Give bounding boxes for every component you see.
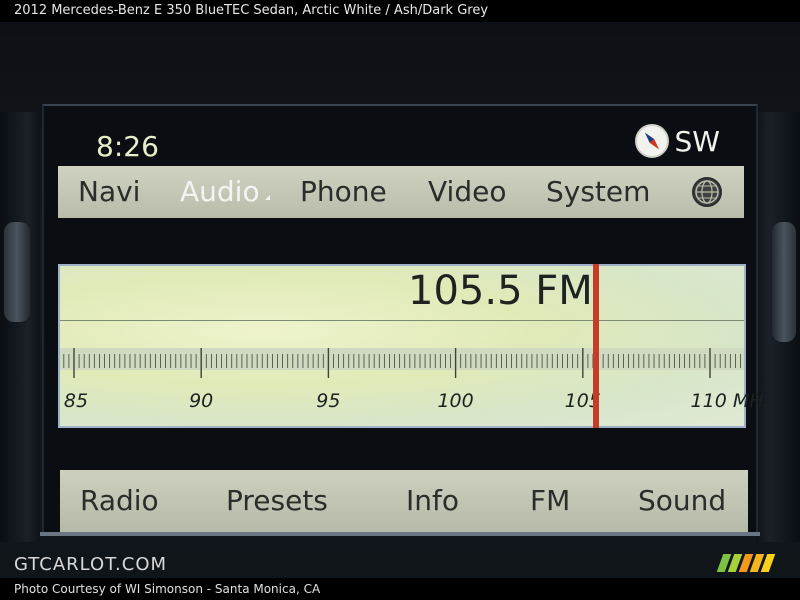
- scale-label: 95: [316, 390, 341, 412]
- photo-title: 2012 Mercedes-Benz E 350 BlueTEC Sedan, …: [0, 0, 800, 22]
- source-fm[interactable]: FM: [530, 484, 570, 517]
- menu-audio[interactable]: Audio: [180, 175, 270, 208]
- radio-tuner-panel[interactable]: 105.5 FM 85 90 95 100 105 110 MHz: [58, 264, 773, 428]
- main-menu: Navi Audio Phone Video System: [58, 166, 744, 218]
- control-knob-left[interactable]: [4, 222, 30, 322]
- dashboard-photo: 8:26 SW Navi Audio Phone Video System 10…: [0, 22, 800, 578]
- frequency-display: 105.5 FM: [408, 268, 593, 314]
- brand-stripes: [716, 554, 776, 572]
- source-sound[interactable]: Sound: [638, 484, 726, 517]
- compass-heading: SW: [634, 124, 720, 158]
- scale-label: 90: [189, 390, 214, 412]
- display-trim: [40, 532, 760, 536]
- scale-label: 85: [63, 390, 89, 412]
- watermark-logo: GTCARLOT.COM: [14, 554, 168, 575]
- menu-phone[interactable]: Phone: [300, 175, 387, 208]
- menu-navi[interactable]: Navi: [78, 175, 140, 208]
- comand-display: 8:26 SW Navi Audio Phone Video System 10…: [42, 104, 773, 532]
- scale-label: 110 MHz: [690, 390, 774, 412]
- dashboard-bezel-left: [0, 112, 40, 542]
- scale-label: 100: [437, 390, 474, 412]
- tuning-needle[interactable]: [592, 264, 599, 428]
- clock: 8:26: [96, 130, 159, 163]
- source-info[interactable]: Info: [406, 484, 459, 517]
- compass-icon: [634, 124, 669, 158]
- tuner-divider: [60, 320, 744, 321]
- menu-system[interactable]: System: [546, 175, 650, 208]
- globe-icon[interactable]: [692, 177, 722, 207]
- source-presets[interactable]: Presets: [226, 484, 328, 517]
- source-radio[interactable]: Radio: [80, 484, 159, 517]
- control-knob-right[interactable]: [772, 222, 796, 342]
- scale-band: [60, 348, 744, 370]
- photo-credit: Photo Courtesy of WI Simonson - Santa Mo…: [0, 578, 800, 600]
- frequency-scale-ticks: [60, 348, 744, 378]
- menu-video[interactable]: Video: [428, 175, 506, 208]
- source-menu: Radio Presets Info FM Sound: [60, 470, 748, 532]
- heading-label: SW: [674, 124, 720, 158]
